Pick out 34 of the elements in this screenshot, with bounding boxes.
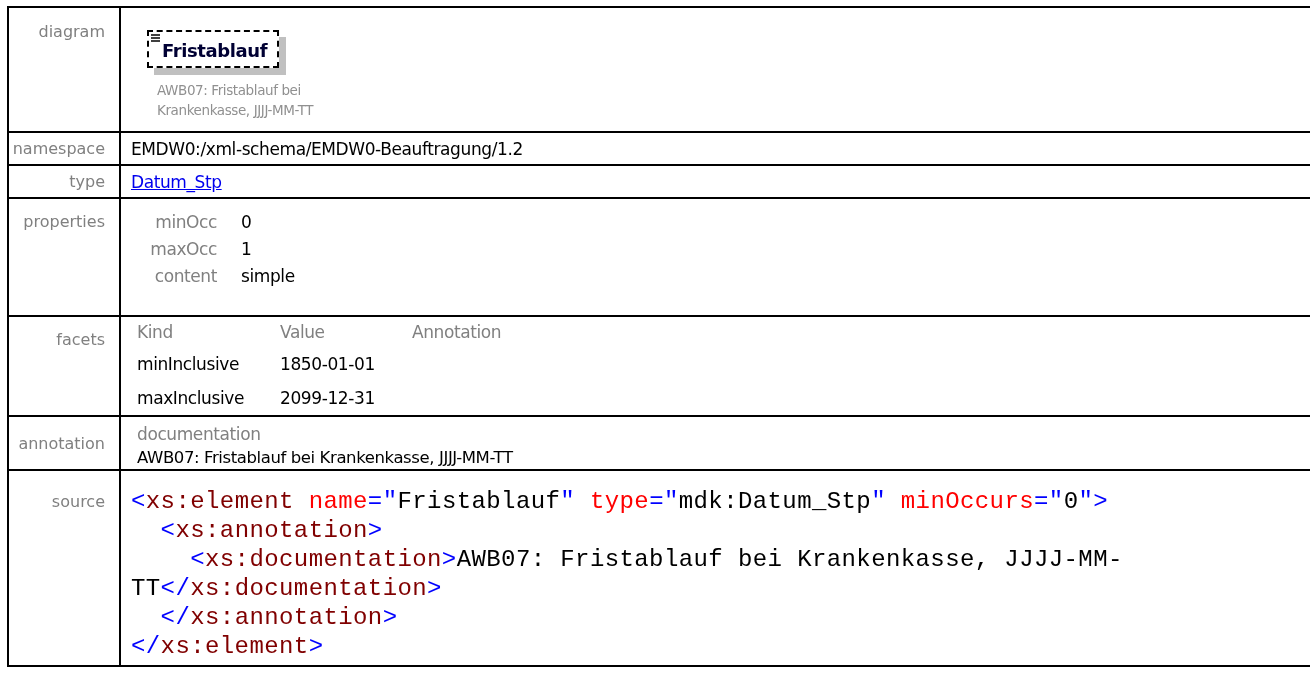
column-header: Kind — [137, 322, 173, 342]
row-label: source — [51, 492, 105, 511]
code-line: </xs:element> — [131, 632, 325, 661]
element-caption: Krankenkasse, JJJJ-MM-TT — [157, 101, 315, 120]
property-name: minOcc — [154, 211, 217, 234]
column-header: Annotation — [412, 322, 502, 342]
property-value: 0 — [241, 211, 253, 234]
element-name: Fristablauf — [162, 39, 268, 61]
property-name: maxOcc — [149, 238, 217, 261]
property-name: content — [153, 265, 217, 288]
code-line: TT</xs:documentation> — [131, 574, 443, 603]
row-label: type — [69, 171, 105, 191]
code-line: </xs:annotation> — [159, 603, 399, 632]
table-cell: 1850-01-01 — [280, 354, 375, 374]
element-caption: AWB07: Fristablauf bei — [157, 81, 302, 100]
column-header: Value — [280, 322, 325, 342]
documentation-icon — [151, 34, 160, 42]
type-link[interactable]: Datum_Stp — [131, 171, 222, 192]
property-value: simple — [241, 265, 295, 288]
row-label: facets — [56, 330, 105, 349]
code-line: <xs:documentation>AWB07: Fristablauf bei Krankenkasse, JJJJ-MM- — [189, 545, 1124, 574]
code-line: <xs:element name="Fristablauf" type="mdk:Datum_Stp" minOccurs="0"> — [131, 487, 1110, 516]
property-value: 1 — [241, 238, 253, 261]
annotation-heading: documentation — [136, 423, 262, 446]
row-label: annotation — [18, 434, 105, 453]
table-cell: minInclusive — [137, 354, 239, 374]
row-label: properties — [23, 212, 105, 231]
annotation-text: AWB07: Fristablauf bei Krankenkasse, JJJJ-MM-TT — [136, 447, 514, 469]
row-label: namespace — [12, 138, 105, 158]
table-cell: maxInclusive — [137, 388, 244, 408]
namespace-value: EMDW0:/xml-schema/EMDW0-Beauftragung/1.2 — [131, 138, 523, 159]
code-line: <xs:annotation> — [159, 516, 384, 545]
row-label: diagram — [38, 22, 105, 41]
table-cell: 2099-12-31 — [280, 388, 375, 408]
